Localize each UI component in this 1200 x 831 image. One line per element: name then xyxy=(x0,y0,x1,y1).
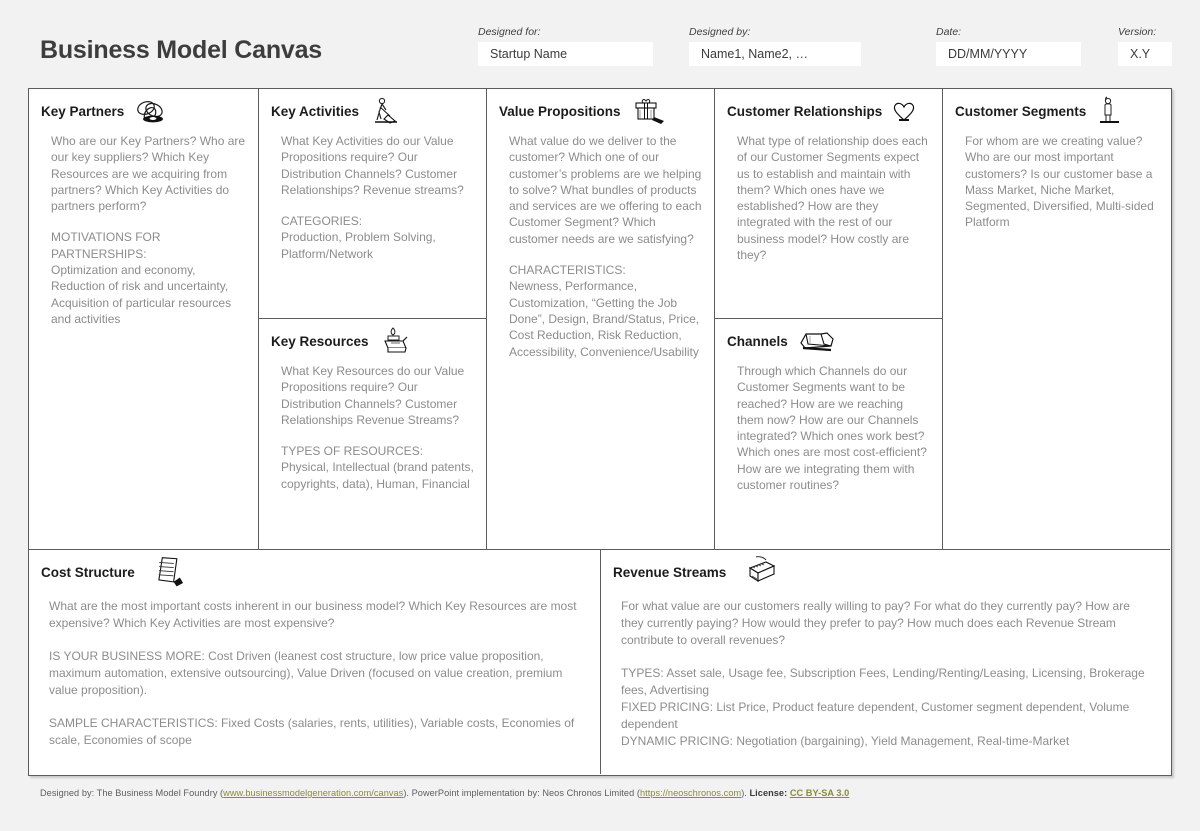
canvas-header: Business Model Canvas Designed for: Star… xyxy=(28,18,1172,80)
designed-by-label: Designed by: xyxy=(689,26,751,38)
block-body: For whom are we creating value? Who are … xyxy=(943,125,1170,239)
block-header: Key Resources xyxy=(259,319,486,355)
footer-license-prefix: ). xyxy=(741,788,750,798)
paragraph: What are the most important costs inhere… xyxy=(49,599,577,630)
version-input[interactable]: X.Y xyxy=(1118,42,1172,66)
paragraph: MOTIVATIONS FOR PARTNERSHIPS: Optimizati… xyxy=(51,230,232,326)
paragraph: What type of relationship does each of o… xyxy=(737,134,928,263)
key-partners-title: Key Partners xyxy=(41,104,125,119)
block-key-resources[interactable]: Key Resources What Key Resources do our … xyxy=(259,319,487,550)
block-header: Revenue Streams xyxy=(601,550,1170,586)
gift-box-icon xyxy=(630,97,668,127)
paragraph: Through which Channels do our Customer S… xyxy=(737,364,927,493)
paragraph: CHARACTERISTICS: Newness, Performance, C… xyxy=(509,263,700,359)
block-body: For what value are our customers really … xyxy=(601,586,1170,758)
paragraph: What value do we deliver to the customer… xyxy=(509,134,702,246)
block-header: Key Activities xyxy=(259,89,486,125)
paragraph: What Key Resources do our Value Proposit… xyxy=(281,364,465,427)
customer-segments-title: Customer Segments xyxy=(955,104,1087,119)
block-channels[interactable]: Channels Through which Channels do our C… xyxy=(715,319,943,550)
designed-for-field: Designed for: Startup Name xyxy=(478,26,653,66)
block-header: Key Partners xyxy=(29,89,258,125)
canvas-grid: Key Partners Who are our Key Partners? W… xyxy=(28,88,1172,776)
paragraph: What Key Activities do our Value Proposi… xyxy=(281,134,464,197)
interlocking-rings-icon xyxy=(133,99,169,125)
worker-sweeping-icon xyxy=(368,97,402,127)
block-body: What type of relationship does each of o… xyxy=(715,125,942,271)
designed-for-input[interactable]: Startup Name xyxy=(478,42,653,66)
cash-register-icon xyxy=(742,555,778,590)
block-header: Customer Segments xyxy=(943,89,1170,125)
block-header: Customer Relationships xyxy=(715,89,942,125)
date-label: Date: xyxy=(936,26,962,38)
business-model-canvas-page: Business Model Canvas Designed for: Star… xyxy=(0,0,1200,831)
business-model-generation-link[interactable]: www.businessmodelgeneration.com/canvas xyxy=(223,788,403,798)
block-body: What Key Resources do our Value Proposit… xyxy=(259,355,486,500)
block-key-partners[interactable]: Key Partners Who are our Key Partners? W… xyxy=(29,89,259,550)
version-field: Version: X.Y xyxy=(1118,26,1172,66)
person-standing-icon xyxy=(1095,96,1123,128)
delivery-truck-icon xyxy=(797,329,837,355)
key-activities-title: Key Activities xyxy=(271,104,360,119)
date-field: Date: DD/MM/YYYY xyxy=(936,26,1081,66)
cost-structure-title: Cost Structure xyxy=(41,565,135,580)
footer-designed-by-prefix: Designed by: The Business Model Foundry … xyxy=(40,788,224,798)
customer-relationships-title: Customer Relationships xyxy=(727,104,883,119)
block-body: Through which Channels do our Customer S… xyxy=(715,355,942,501)
designed-by-field: Designed by: Name1, Name2, … xyxy=(689,26,861,66)
block-value-propositions[interactable]: Value Propositions What value do we deli… xyxy=(487,89,715,550)
page-title: Business Model Canvas xyxy=(40,36,323,64)
paragraph: IS YOUR BUSINESS MORE: Cost Driven (lean… xyxy=(49,649,563,697)
block-revenue-streams[interactable]: Revenue Streams For what value are our c… xyxy=(601,550,1170,774)
paragraph: TYPES OF RESOURCES: Physical, Intellectu… xyxy=(281,444,474,491)
neos-chronos-link[interactable]: https://neoschronos.com xyxy=(640,788,741,798)
block-cost-structure[interactable]: Cost Structure What are the most importa… xyxy=(29,550,601,774)
factory-machine-icon xyxy=(378,326,412,357)
designed-for-label: Designed for: xyxy=(478,26,541,38)
designed-by-input[interactable]: Name1, Name2, … xyxy=(689,42,861,66)
block-header: Cost Structure xyxy=(29,550,600,586)
block-header: Value Propositions xyxy=(487,89,714,125)
paragraph: Who are our Key Partners? Who are our ke… xyxy=(51,134,246,214)
paragraph: For what value are our customers really … xyxy=(621,599,1130,647)
paragraph: SAMPLE CHARACTERISTICS: Fixed Costs (sal… xyxy=(49,716,575,747)
version-label: Version: xyxy=(1118,26,1157,38)
cc-license-link[interactable]: CC BY-SA 3.0 xyxy=(790,788,849,798)
revenue-streams-title: Revenue Streams xyxy=(613,565,727,580)
block-body: Who are our Key Partners? Who are our ke… xyxy=(29,125,258,335)
block-customer-relationships[interactable]: Customer Relationships What type of rela… xyxy=(715,89,943,319)
block-body: What value do we deliver to the customer… xyxy=(487,125,714,368)
price-tag-icon xyxy=(149,556,185,590)
paragraph: CATEGORIES: Production, Problem Solving,… xyxy=(281,214,436,261)
key-resources-title: Key Resources xyxy=(271,334,369,349)
block-customer-segments[interactable]: Customer Segments For whom are we creati… xyxy=(943,89,1170,550)
footer-impl-text: ). PowerPoint implementation by: Neos Ch… xyxy=(403,788,640,798)
block-body: What Key Activities do our Value Proposi… xyxy=(259,125,486,270)
paragraph: TYPES: Asset sale, Usage fee, Subscripti… xyxy=(621,666,1145,748)
footer-credits: Designed by: The Business Model Foundry … xyxy=(40,788,849,798)
block-body: What are the most important costs inhere… xyxy=(29,586,600,757)
block-header: Channels xyxy=(715,319,942,355)
paragraph: For whom are we creating value? Who are … xyxy=(965,134,1154,230)
block-key-activities[interactable]: Key Activities What Key Activities do ou… xyxy=(259,89,487,319)
license-label: License: xyxy=(749,788,788,798)
heart-icon xyxy=(891,100,917,124)
channels-title: Channels xyxy=(727,334,788,349)
value-propositions-title: Value Propositions xyxy=(499,104,621,119)
date-input[interactable]: DD/MM/YYYY xyxy=(936,42,1081,66)
